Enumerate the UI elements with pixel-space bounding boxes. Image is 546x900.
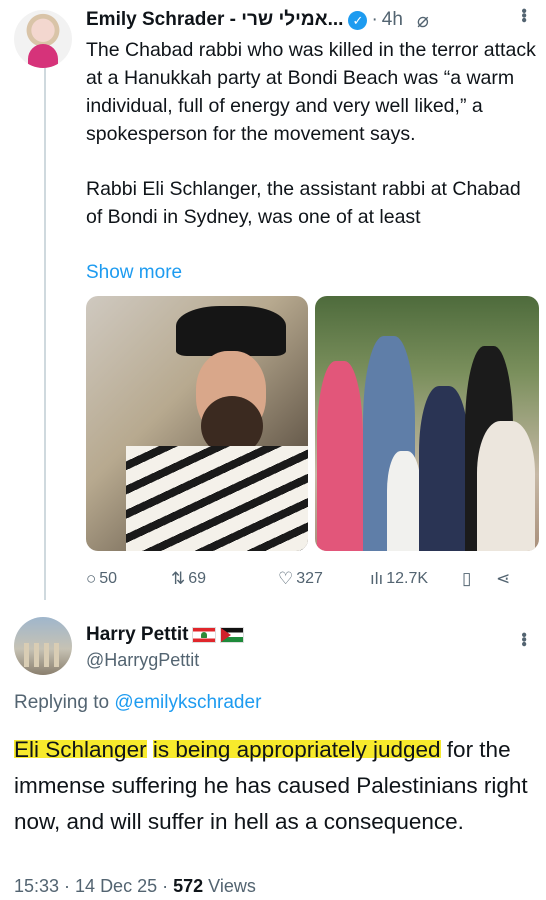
reply-author-name[interactable]: Harry Pettit: [86, 624, 188, 646]
reply-text: Eli Schlanger is being appropriately jud…: [14, 732, 539, 840]
bookmark-button[interactable]: ▯: [462, 569, 496, 589]
repost-icon: ⇅: [171, 569, 186, 588]
highlighted-text-2: is being appropriately judged: [152, 737, 441, 762]
post-time[interactable]: 4h: [382, 9, 403, 31]
views-button[interactable]: ılı 12.7K: [370, 569, 462, 589]
post-photo-1[interactable]: [86, 296, 308, 551]
like-button[interactable]: ♡ 327: [278, 569, 370, 589]
show-more-link[interactable]: Show more: [86, 262, 182, 284]
reply-button[interactable]: ○ 50: [86, 569, 171, 589]
post-paragraph-1: The Chabad rabbi who was killed in the t…: [86, 39, 536, 145]
reply-icon: ○: [86, 569, 97, 588]
post-actions: ○ 50 ⇅ 69 ♡ 327 ılı 12.7K ▯ ⋖: [86, 568, 538, 590]
share-button[interactable]: ⋖: [496, 569, 526, 589]
highlighted-text-1: Eli Schlanger: [14, 737, 147, 762]
separator-dot: ·: [371, 9, 378, 30]
reply-author-avatar[interactable]: [14, 617, 72, 675]
like-icon: ♡: [278, 569, 294, 588]
reply-count: 50: [99, 570, 118, 587]
reply-timestamp[interactable]: 15:33 · 14 Dec 25 ·: [14, 876, 173, 896]
grok-icon[interactable]: ⌀: [417, 8, 429, 33]
replying-mention[interactable]: @emilykschrader: [114, 692, 261, 713]
verified-badge-icon: ✓: [348, 10, 368, 30]
post-header: Emily Schrader - אמילי שרי... ✓ · 4h ⌀ •…: [86, 8, 532, 32]
thread-line: [44, 68, 46, 600]
bookmark-icon: ▯: [462, 569, 472, 588]
author-avatar[interactable]: [14, 10, 72, 68]
reply-views-label: Views: [203, 876, 256, 896]
post-paragraph-2: Rabbi Eli Schlanger, the assistant rabbi…: [86, 178, 521, 228]
lebanon-flag-icon: [192, 627, 217, 643]
repost-count: 69: [188, 570, 207, 587]
share-icon: ⋖: [496, 569, 511, 588]
post-photo-2[interactable]: [315, 296, 539, 551]
repost-button[interactable]: ⇅ 69: [171, 569, 278, 589]
post-text: The Chabad rabbi who was killed in the t…: [86, 36, 538, 231]
views-icon: ılı: [370, 569, 384, 588]
reply-views-count: 572: [173, 876, 204, 896]
reply-meta: 15:33 · 14 Dec 25 · 572 Views: [14, 876, 256, 897]
like-count: 327: [296, 570, 323, 587]
reply-author-handle[interactable]: @HarrygPettit: [86, 650, 199, 671]
reply-text-gap: [147, 737, 153, 762]
replying-to: Replying to @emilykschrader: [14, 692, 261, 714]
author-name[interactable]: Emily Schrader - אמילי שרי...: [86, 9, 343, 31]
views-count: 12.7K: [386, 570, 429, 587]
reply-more-icon[interactable]: •••: [514, 632, 532, 646]
replying-label: Replying to: [14, 692, 110, 713]
palestine-flag-icon: [220, 627, 245, 643]
more-icon[interactable]: •••: [514, 8, 532, 22]
reply-author-name-row: Harry Pettit: [86, 624, 245, 646]
